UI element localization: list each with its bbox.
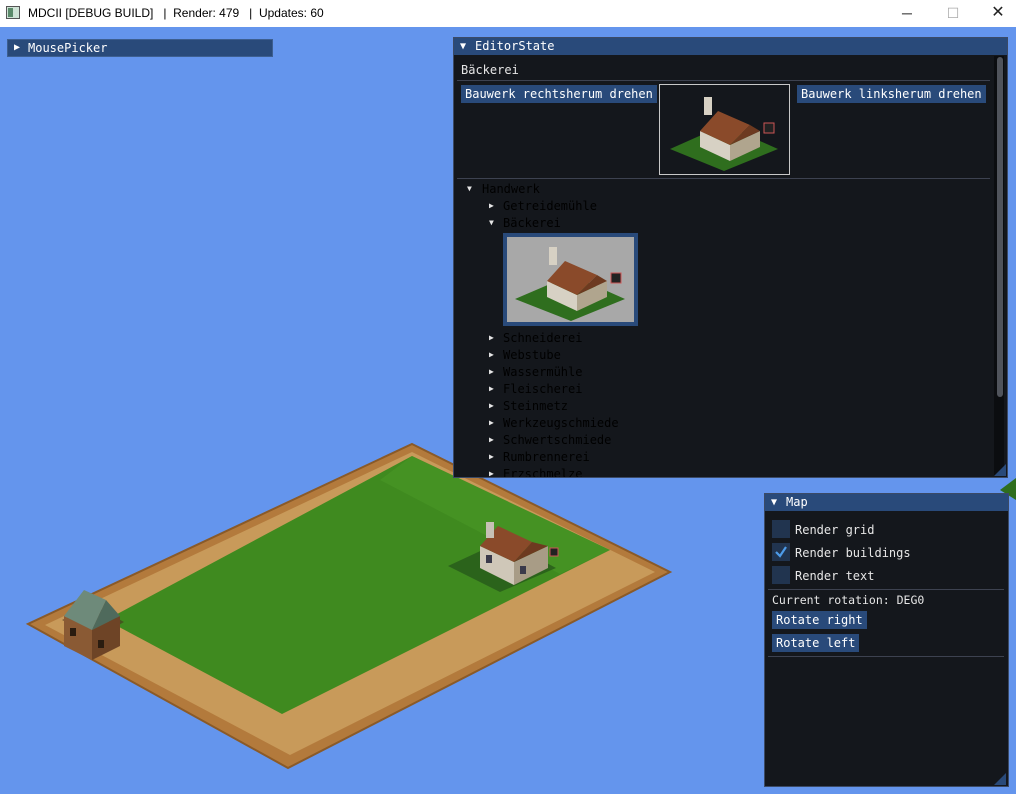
tree-item-wassermuehle[interactable]: Wassermühle — [503, 365, 582, 379]
building-preview-image — [659, 84, 790, 175]
tree-item-steinmetz[interactable]: Steinmetz — [503, 399, 568, 413]
mousepicker-window[interactable]: ▶ MousePicker — [7, 39, 273, 57]
bakery-icon — [515, 247, 625, 321]
tree-item-schwertschmiede[interactable]: Schwertschmiede — [503, 433, 611, 447]
map-title: Map — [786, 495, 808, 509]
tree-closed-arrow-icon[interactable]: ▶ — [489, 399, 494, 413]
app-icon — [6, 6, 20, 19]
render-grid-checkbox[interactable] — [772, 520, 790, 538]
editor-scrollbar-thumb[interactable] — [997, 57, 1003, 397]
tree-clip: ▶ Erzschmelze — [454, 462, 994, 477]
maximize-button[interactable]: ☐ — [930, 0, 976, 27]
tree-closed-arrow-icon[interactable]: ▶ — [489, 382, 494, 396]
tree-item-baeckerei[interactable]: Bäckerei — [503, 216, 561, 230]
bakery-image-button[interactable] — [503, 233, 638, 326]
rotate-left-button[interactable]: Rotate left — [772, 634, 860, 652]
tree-category-handwerk[interactable]: Handwerk — [482, 182, 540, 196]
tree-item-erzschmelze[interactable]: Erzschmelze — [503, 467, 582, 477]
tree-item-werkzeugschmiede[interactable]: Werkzeugschmiede — [503, 416, 619, 430]
render-grid-label: Render grid — [795, 523, 875, 537]
tree-closed-arrow-icon[interactable]: ▶ — [489, 348, 494, 362]
mousepicker-title: MousePicker — [28, 41, 108, 55]
rotate-building-right-button[interactable]: Bauwerk rechtsherum drehen — [461, 85, 657, 103]
map-titlebar[interactable]: ▼ Map — [765, 494, 1008, 511]
tree-closed-arrow-icon[interactable]: ▶ — [489, 199, 494, 213]
render-buildings-checkbox[interactable] — [772, 543, 790, 561]
editorstate-title: EditorState — [475, 39, 555, 53]
window-title: MDCII [DEBUG BUILD] | Render: 479 | Upda… — [28, 6, 324, 20]
divider — [457, 178, 990, 179]
collapse-arrow-icon[interactable]: ▼ — [771, 494, 777, 511]
editorstate-titlebar[interactable]: ▼ EditorState — [454, 38, 1007, 55]
render-text-label: Render text — [795, 569, 875, 583]
divider — [768, 589, 1004, 590]
bakery-preview-icon — [670, 97, 778, 171]
render-buildings-label: Render buildings — [795, 546, 911, 560]
divider — [768, 656, 1004, 657]
tree-item-schneiderei[interactable]: Schneiderei — [503, 331, 582, 345]
tree-open-arrow-icon[interactable]: ▼ — [467, 182, 472, 196]
tree-item-webstube[interactable]: Webstube — [503, 348, 561, 362]
current-rotation-text: Current rotation: DEG0 — [772, 593, 925, 607]
expand-arrow-icon[interactable]: ▶ — [14, 40, 20, 56]
selected-building-label: Bäckerei — [461, 63, 519, 77]
resize-grip[interactable] — [994, 464, 1006, 476]
rotate-right-button[interactable]: Rotate right — [772, 611, 867, 629]
checkmark-icon — [775, 546, 787, 558]
resize-grip[interactable] — [994, 773, 1006, 785]
tree-open-arrow-icon[interactable]: ▼ — [489, 216, 494, 230]
tree-closed-arrow-icon[interactable]: ▶ — [489, 331, 494, 345]
tree-item-getreidemuehle[interactable]: Getreidemühle — [503, 199, 597, 213]
tree-closed-arrow-icon[interactable]: ▶ — [489, 433, 494, 447]
tree-closed-arrow-icon[interactable]: ▶ — [489, 467, 494, 477]
render-text-checkbox[interactable] — [772, 566, 790, 584]
tree-item-fleischerei[interactable]: Fleischerei — [503, 382, 582, 396]
close-button[interactable]: ✕ — [975, 0, 1016, 27]
minimize-button[interactable]: ─ — [884, 0, 930, 27]
window-titlebar: MDCII [DEBUG BUILD] | Render: 479 | Upda… — [0, 0, 1016, 27]
collapse-arrow-icon[interactable]: ▼ — [460, 38, 466, 55]
tree-closed-arrow-icon[interactable]: ▶ — [489, 365, 494, 379]
divider — [457, 80, 990, 81]
tree-closed-arrow-icon[interactable]: ▶ — [489, 416, 494, 430]
rotate-building-left-button[interactable]: Bauwerk linksherum drehen — [797, 85, 986, 103]
